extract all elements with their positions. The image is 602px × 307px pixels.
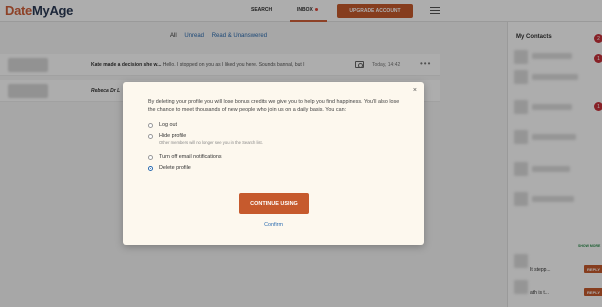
option-label: Hide profile [159, 133, 187, 139]
dialog-intro-text: By deleting your profile you will lose b… [148, 99, 400, 113]
continue-using-button[interactable]: CONTINUE USING [239, 193, 309, 214]
option-delete-profile[interactable]: Delete profile [148, 165, 191, 172]
confirm-link[interactable]: Confirm [123, 222, 424, 228]
radio-button[interactable] [148, 155, 153, 160]
delete-profile-dialog: × By deleting your profile you will lose… [123, 82, 424, 245]
option-label: Delete profile [159, 165, 191, 171]
radio-button[interactable] [148, 134, 153, 139]
option-description: Other members will no longer see you in … [159, 140, 263, 145]
close-icon[interactable]: × [413, 87, 417, 94]
option-hide-profile[interactable]: Hide profile Other members will no longe… [148, 133, 263, 146]
option-label: Turn off email notifications [159, 154, 222, 160]
radio-button-selected[interactable] [148, 166, 153, 171]
option-turn-off-email[interactable]: Turn off email notifications [148, 154, 222, 161]
option-log-out[interactable]: Log out [148, 122, 177, 129]
radio-button[interactable] [148, 123, 153, 128]
option-label: Log out [159, 122, 177, 128]
